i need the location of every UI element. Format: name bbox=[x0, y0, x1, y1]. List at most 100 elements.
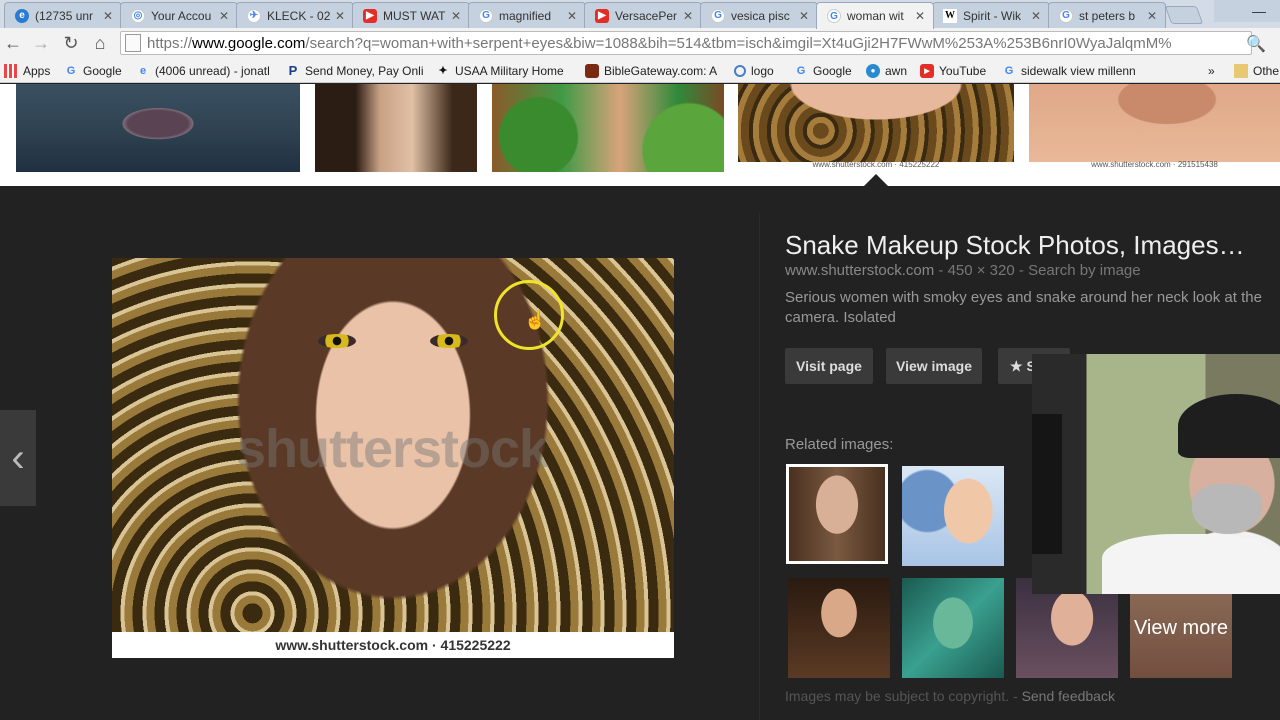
chevron-left-icon: ‹ bbox=[11, 435, 25, 480]
tab-st-peters[interactable]: Gst peters b ✕ bbox=[1048, 2, 1166, 28]
close-tab-icon[interactable]: ✕ bbox=[683, 9, 693, 23]
hand-cursor-icon: ☝ bbox=[524, 310, 547, 330]
related-image[interactable] bbox=[788, 578, 890, 678]
tab-woman-with-serpent[interactable]: Gwoman wit ✕ bbox=[816, 2, 934, 29]
browser-toolbar: ← → ↻ ⌂ https://www.google.com/search?q=… bbox=[0, 28, 1280, 58]
bookmark-google[interactable]: G Google bbox=[64, 62, 122, 79]
awn-icon: ● bbox=[866, 63, 880, 78]
related-image[interactable] bbox=[902, 466, 1004, 566]
close-tab-icon[interactable]: ✕ bbox=[103, 9, 113, 23]
preview-image[interactable]: shutterstock www.shutterstock.com · 4152… bbox=[112, 258, 674, 658]
zoom-icon[interactable]: 🔍 bbox=[1246, 34, 1266, 54]
youtube-icon: ▶ bbox=[363, 8, 377, 23]
bookmark-paypal[interactable]: P Send Money, Pay Onli bbox=[286, 62, 424, 79]
bookmark-awn[interactable]: ● awn bbox=[866, 62, 907, 79]
bookmark-apps[interactable]: Apps bbox=[4, 62, 50, 79]
back-button[interactable]: ← bbox=[2, 32, 24, 54]
bookmark-biblegateway[interactable]: BibleGateway.com: A bbox=[585, 62, 721, 79]
previous-image-button[interactable]: ‹ bbox=[0, 410, 36, 506]
related-image[interactable] bbox=[902, 578, 1004, 678]
close-tab-icon[interactable]: ✕ bbox=[451, 9, 461, 23]
address-bar[interactable]: https://www.google.com/search?q=woman+wi… bbox=[120, 31, 1252, 55]
mail-icon: e bbox=[15, 8, 29, 23]
thumbnail-caption: www.shutterstock.com · 291515438 bbox=[1091, 160, 1218, 169]
tab-vesica[interactable]: Gvesica pisc ✕ bbox=[700, 2, 818, 28]
minimize-icon[interactable]: — bbox=[1214, 0, 1280, 22]
bookmark-mail[interactable]: e (4006 unread) - jonatl bbox=[136, 62, 274, 79]
google-icon: G bbox=[479, 8, 493, 23]
google-icon: G bbox=[796, 64, 806, 77]
image-results-strip bbox=[0, 84, 1280, 186]
result-thumbnail[interactable] bbox=[1029, 84, 1280, 162]
page-icon bbox=[125, 34, 141, 52]
close-tab-icon[interactable]: ✕ bbox=[219, 9, 229, 23]
view-image-button[interactable]: View image bbox=[886, 348, 982, 384]
webcam-background-door bbox=[1032, 414, 1062, 554]
close-tab-icon[interactable]: ✕ bbox=[915, 9, 925, 23]
google-icon: G bbox=[1004, 64, 1014, 77]
apps-icon bbox=[4, 63, 18, 78]
webcam-overlay bbox=[1032, 354, 1280, 594]
paypal-icon: P bbox=[288, 63, 298, 78]
image-description: Serious women with smoky eyes and snake … bbox=[785, 289, 1262, 326]
close-tab-icon[interactable]: ✕ bbox=[1031, 9, 1041, 23]
star-icon: ★ bbox=[1010, 357, 1027, 374]
webcam-person-beard bbox=[1192, 484, 1262, 534]
globe-icon: ◎ bbox=[131, 8, 145, 23]
related-image[interactable] bbox=[786, 464, 888, 564]
bookmark-logo[interactable]: logo bbox=[734, 62, 774, 79]
bookmark-youtube[interactable]: ▶ YouTube bbox=[920, 62, 986, 79]
close-tab-icon[interactable]: ✕ bbox=[567, 9, 577, 23]
bird-icon: ✈ bbox=[247, 8, 261, 23]
webcam-person-shirt bbox=[1102, 534, 1280, 594]
copyright-notice: Images may be subject to copyright. - Se… bbox=[785, 688, 1115, 704]
tab-magnified[interactable]: Gmagnified ✕ bbox=[468, 2, 586, 28]
tab-mail[interactable]: e (12735 unr ✕ bbox=[4, 2, 122, 28]
tab-spirit-wiki[interactable]: W Spirit - Wik ✕ bbox=[932, 2, 1050, 28]
image-meta: www.shutterstock.com - 450 × 320 - Searc… bbox=[785, 262, 1141, 279]
browser-window: e (12735 unr ✕ ◎ Your Accou ✕ ✈ KLECK - 02 ✕ ▶… bbox=[0, 0, 1280, 720]
wikipedia-icon: W bbox=[943, 8, 957, 23]
bookmark-google-2[interactable]: G Google bbox=[794, 62, 852, 79]
usaa-icon: ✦ bbox=[438, 65, 448, 77]
result-thumbnail[interactable] bbox=[315, 84, 477, 172]
bookmark-usaa[interactable]: ✦ USAA Military Home bbox=[436, 62, 572, 79]
image-dimensions: 450 × 320 bbox=[947, 262, 1015, 279]
new-tab-button[interactable] bbox=[1164, 6, 1204, 24]
tab-versace[interactable]: ▶ VersacePer ✕ bbox=[584, 2, 702, 28]
bookmarks-bar: Apps G Google e (4006 unread) - jonatl P Se… bbox=[0, 58, 1280, 83]
result-thumbnail-selected[interactable] bbox=[738, 84, 1014, 162]
youtube-icon: ▶ bbox=[595, 8, 609, 23]
biblegateway-icon bbox=[585, 63, 599, 78]
tab-strip: e (12735 unr ✕ ◎ Your Accou ✕ ✈ KLECK - 02 ✕ ▶… bbox=[0, 0, 1280, 29]
google-icon: G bbox=[827, 9, 841, 23]
tab-kleck[interactable]: ✈ KLECK - 02 ✕ bbox=[236, 2, 354, 28]
close-tab-icon[interactable]: ✕ bbox=[1147, 9, 1157, 23]
selected-indicator-arrow bbox=[864, 174, 888, 186]
result-thumbnail[interactable] bbox=[16, 84, 300, 172]
search-by-image-link[interactable]: Search by image bbox=[1028, 262, 1141, 279]
tab-account[interactable]: ◎ Your Accou ✕ bbox=[120, 2, 238, 28]
google-icon: G bbox=[1059, 8, 1073, 23]
image-site[interactable]: www.shutterstock.com bbox=[785, 262, 934, 279]
bookmarks-overflow-button[interactable]: » bbox=[1208, 62, 1215, 79]
visit-page-button[interactable]: Visit page bbox=[785, 348, 873, 384]
forward-button[interactable]: → bbox=[30, 32, 52, 54]
image-caption: www.shutterstock.com · 415225222 bbox=[275, 637, 511, 653]
thumbnail-caption: www.shutterstock.com · 415225222 bbox=[812, 160, 940, 169]
other-bookmarks[interactable]: Othe bbox=[1234, 62, 1279, 79]
tab-must-watch[interactable]: ▶ MUST WAT ✕ bbox=[352, 2, 470, 28]
send-feedback-link[interactable]: Send feedback bbox=[1022, 688, 1115, 704]
circle-icon bbox=[734, 64, 746, 77]
reload-button[interactable]: ↻ bbox=[60, 32, 82, 54]
close-tab-icon[interactable]: ✕ bbox=[799, 9, 809, 23]
image-title[interactable]: Snake Makeup Stock Photos, Images… bbox=[785, 230, 1275, 261]
mail-icon: e bbox=[139, 64, 147, 77]
eye-right bbox=[430, 334, 468, 348]
home-button[interactable]: ⌂ bbox=[89, 32, 111, 54]
result-thumbnail[interactable] bbox=[492, 84, 724, 172]
bookmark-sidewalk[interactable]: Gsidewalk view millenn bbox=[1002, 62, 1138, 79]
close-tab-icon[interactable]: ✕ bbox=[335, 9, 345, 23]
webcam-person-beanie bbox=[1178, 394, 1280, 458]
panel-divider bbox=[759, 213, 760, 720]
